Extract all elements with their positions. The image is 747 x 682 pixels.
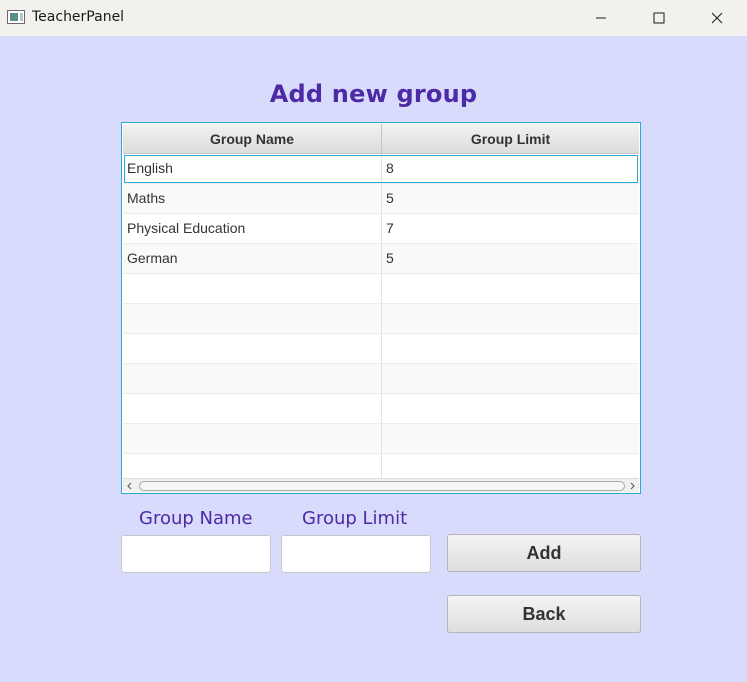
table-row[interactable]: Physical Education 7 (123, 214, 639, 244)
add-button[interactable]: Add (447, 534, 641, 572)
minimize-button[interactable] (572, 0, 630, 36)
cell-group-name: German (123, 244, 382, 273)
cell-group-name (123, 364, 382, 393)
cell-group-limit (382, 274, 639, 303)
scroll-right-icon[interactable] (625, 479, 639, 493)
scrollbar-thumb[interactable] (139, 481, 625, 491)
maximize-icon (653, 12, 665, 24)
group-limit-input[interactable] (281, 535, 431, 573)
cell-group-limit (382, 334, 639, 363)
cell-group-name: English (123, 154, 382, 183)
table-row[interactable] (123, 304, 639, 334)
table-row[interactable] (123, 424, 639, 454)
cell-group-name: Maths (123, 184, 382, 213)
table-row[interactable] (123, 334, 639, 364)
cell-group-name (123, 304, 382, 333)
cell-group-limit (382, 364, 639, 393)
page-title: Add new group (269, 80, 478, 108)
column-header-group-name[interactable]: Group Name (123, 124, 382, 154)
back-button[interactable]: Back (447, 595, 641, 633)
groups-table[interactable]: Group Name Group Limit English 8 Maths 5 Phy… (121, 122, 641, 494)
cell-group-limit: 5 (386, 190, 394, 206)
cell-group-name (123, 394, 382, 423)
table-row[interactable]: English 8 (123, 154, 639, 184)
table-row[interactable]: Maths 5 (123, 184, 639, 214)
cell-group-limit (382, 394, 639, 423)
table-header: Group Name Group Limit (123, 124, 639, 154)
minimize-icon (596, 17, 606, 19)
table-row[interactable] (123, 364, 639, 394)
cell-group-name (123, 334, 382, 363)
cell-group-limit (382, 424, 639, 453)
cell-group-limit: 8 (386, 160, 394, 176)
table-row[interactable] (123, 394, 639, 424)
table-row[interactable]: German 5 (123, 244, 639, 274)
close-button[interactable] (688, 0, 746, 36)
cell-group-limit: 7 (386, 220, 394, 236)
table-body: English 8 Maths 5 Physical Education 7 German 5 (123, 154, 639, 484)
maximize-button[interactable] (630, 0, 688, 36)
scroll-left-icon[interactable] (123, 479, 137, 493)
title-bar: TeacherPanel (0, 0, 747, 36)
column-header-group-limit[interactable]: Group Limit (382, 124, 639, 154)
cell-group-name (123, 274, 382, 303)
cell-group-name (123, 424, 382, 453)
cell-group-limit: 5 (386, 250, 394, 266)
cell-group-limit (382, 304, 639, 333)
table-row[interactable] (123, 274, 639, 304)
cell-group-name: Physical Education (123, 214, 382, 243)
app-window-icon (7, 10, 25, 24)
group-name-label: Group Name (139, 508, 253, 529)
close-icon (711, 12, 723, 24)
horizontal-scrollbar[interactable] (123, 478, 639, 492)
group-limit-label: Group Limit (302, 508, 408, 529)
window-title: TeacherPanel (32, 9, 125, 25)
group-name-input[interactable] (121, 535, 271, 573)
